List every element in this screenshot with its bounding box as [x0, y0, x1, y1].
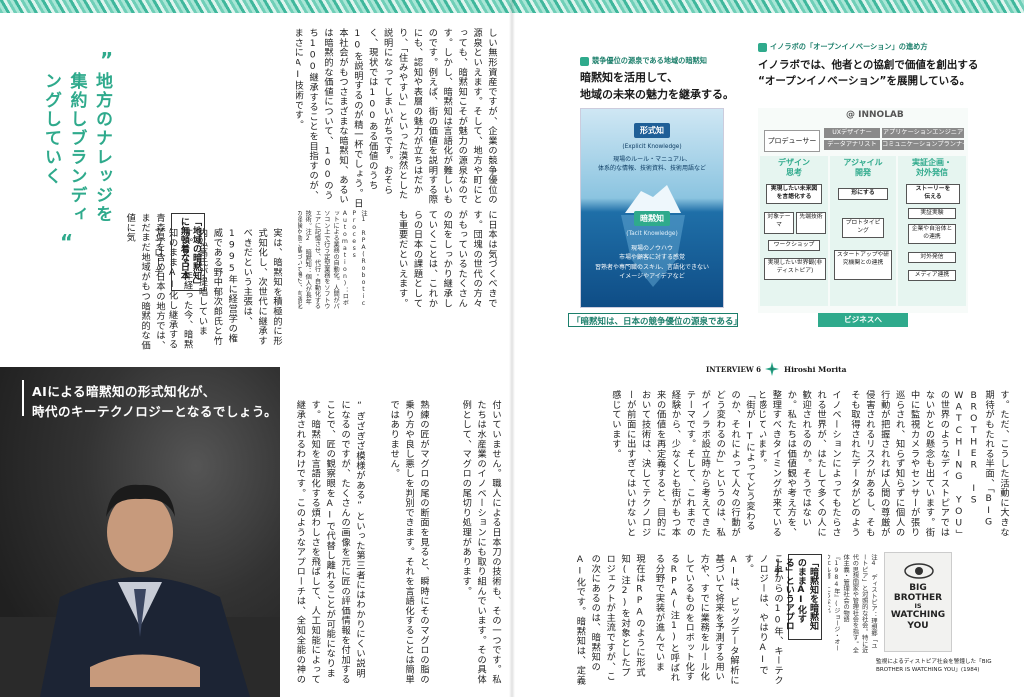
- body-column-3: に日本は気づくべきです。団塊の世代の方々がもっているたくさんの知をしっかり継承し…: [396, 210, 497, 308]
- right-body-column-2: イノベーションによってもたらされる世界が、はたして多くの人に歓迎されるのか。そう…: [760, 390, 841, 537]
- agile-item-partner: スタートアップや研究機関との連携: [834, 250, 892, 280]
- footnote-column: 注1 RPA(Robotic Process Automation)：ロボットに…: [298, 210, 367, 310]
- phase-demo-title: 実証企画・ 対外発信: [912, 158, 952, 177]
- open-innovation-chart: @ INNOLAB プロデューサー UXデザイナー アプリケーションエンジニア …: [758, 108, 968, 313]
- business-button[interactable]: ビジネスへ: [818, 313, 908, 327]
- right-body-column-5: AIは、ビッグデータ解析に基づいて将来を予測する用い方や、すでに業務をルール化し…: [653, 554, 739, 685]
- right-body-column-6: 現在はRPAのように形式知(注2)を対象としたプロジェクトが主流ですが、この次に…: [576, 554, 645, 685]
- body-column-4: 付いていません。職人による日本刀の技術も、その一つです。私たちは水産業のイノベー…: [460, 400, 501, 685]
- body-column-6: “ぎざぎざ模様がある”といった第三者にはわかりにくい説明になるのですが、たくさん…: [294, 400, 365, 685]
- right-section-heading-box: 「暗黙知を暗黙知のままAI化する」というアプローチ: [772, 554, 822, 640]
- role-analyst: データアナリスト: [824, 140, 880, 150]
- innolab-logo: @ INNOLAB: [846, 110, 904, 120]
- role-planner: コミュニケーションプランナー: [882, 140, 964, 150]
- demo-item-publicity: 対外発信: [908, 252, 956, 263]
- explicit-knowledge-sub: (Explicit Knowledge): [622, 144, 682, 150]
- right-infographic-title: イノラボでは、他者との協創で価値を創出する “オープンイノベーション”を展開して…: [758, 59, 979, 87]
- interview-header: INTERVIEW 6: [706, 365, 761, 374]
- top-pattern-band: [0, 0, 512, 13]
- interviewee-figure: [0, 484, 280, 697]
- book-footnote: 注4 ディストピア：理想郷「ユートピア」と対照的な社会。特に近代の思想国家や管理…: [828, 554, 877, 654]
- interview-number: INTERVIEW 6: [706, 365, 761, 374]
- phase-agile-title: アジャイル 開発: [843, 158, 883, 177]
- portrait-photo: AIによる暗黙知の形式知化が、 時代のキーテクノロジーとなるでしょう。: [0, 367, 280, 697]
- iceberg-caption: 「暗黙知は、日本の競争優位の源泉である」: [568, 313, 738, 327]
- design-item-workshop: ワークショップ: [768, 240, 820, 251]
- section-heading-box: 「地域の暗黙知」に無頓着な日本: [171, 213, 205, 291]
- agile-item-prototype: プロトタイピング: [842, 218, 884, 238]
- phase-agile-task: 形にする: [838, 188, 888, 200]
- box-body-text: 青森県を含め日本の地方では、まだまだ地域がもつ暗黙的な価値に気: [124, 213, 165, 351]
- tacit-knowledge-label: 暗黙知: [634, 211, 670, 226]
- explicit-knowledge-label: 形式知: [634, 123, 670, 138]
- design-item-theme: 対象テーマ: [764, 212, 794, 234]
- close-quote-mark: “: [60, 230, 74, 254]
- spine-shadow: [509, 0, 515, 697]
- book-cover-image: BIG BROTHER IS WATCHING YOU: [884, 552, 952, 652]
- role-ux: UXデザイナー: [824, 128, 880, 138]
- body-column-1: しい無形資産ですが、企業の競争優位の源泉といえます。そして、地方や町にとっても、…: [296, 28, 497, 208]
- design-item-tech: 先端技術: [796, 212, 826, 234]
- left-page: しい無形資産ですが、企業の競争優位の源泉といえます。そして、地方や町にとっても、…: [0, 0, 512, 697]
- tacit-knowledge-body: 現場のノウハウ 市場や顧客に対する感覚 習熟者や専門職のスキル、言語化できない …: [594, 245, 709, 280]
- left-infographic-label: 競争優位の源泉である地域の暗黙知: [580, 56, 707, 66]
- phase-demo-task: ストーリーを 伝える: [906, 184, 960, 204]
- iceberg-diagram: 形式知 (Explicit Knowledge) 現場のルール・マニュアル、 体…: [580, 108, 724, 308]
- body-column-5: 熟練の匠がマグロの尾の断面を見ると、瞬時にそのマグロの脂の乗り方や良し悪しを判別…: [388, 400, 429, 685]
- demo-item-collab: 企業や自治体との連携: [908, 224, 956, 244]
- label-dot-icon: [580, 56, 589, 66]
- innolab-star-icon: [765, 362, 779, 376]
- book-cover-title: BIG BROTHER IS WATCHING YOU: [890, 583, 946, 631]
- open-quote-mark: ”: [100, 48, 114, 72]
- phase-design-title: デザイン 思考: [778, 158, 810, 177]
- demo-item-media: メディア連携: [908, 270, 956, 281]
- feature-heading: 地方のナレッジを集約しブランディングしていく: [41, 72, 114, 242]
- top-pattern-band-right: [512, 0, 1024, 13]
- role-engineer: アプリケーションエンジニア: [882, 128, 964, 138]
- right-infographic-label: イノラボの「オープンイノベーション」の進め方: [758, 42, 928, 52]
- design-item-vision: 実現したい世界観(非ディストピア): [764, 258, 826, 280]
- producer-label: プロデューサー: [764, 130, 820, 152]
- demo-item-test: 実証実験: [908, 208, 956, 219]
- right-body-column-1: す。ただ、こうした活動に大きな期待がもたれる半面、「BIG BROTHER IS…: [848, 390, 1009, 539]
- label-dot-icon-2: [758, 42, 767, 52]
- interviewee-name: Hiroshi Morita: [784, 365, 847, 374]
- tacit-knowledge-sub: (Tacit Knowledge): [626, 231, 678, 237]
- left-infographic-title: 暗黙知を活用して、 地域の未来の魅力を継承する。: [580, 71, 734, 101]
- phase-design-task: 実現したい未来図 を言語化する: [766, 184, 822, 204]
- right-body-column-3: 「街がITによってどう変わるのか、それによって人々の行動がどう変わるのか」という…: [609, 390, 755, 537]
- right-body-column-4: これからの10年、キーテクノロジーは、やはりAIです。: [744, 554, 783, 685]
- explicit-knowledge-body: 現場のルール・マニュアル、 体系的な情報、技術資料、技術用語など: [597, 156, 706, 173]
- book-caption: 監視によるディストピア社会を警鐘した「BIG BROTHER IS WATCHI…: [876, 659, 992, 674]
